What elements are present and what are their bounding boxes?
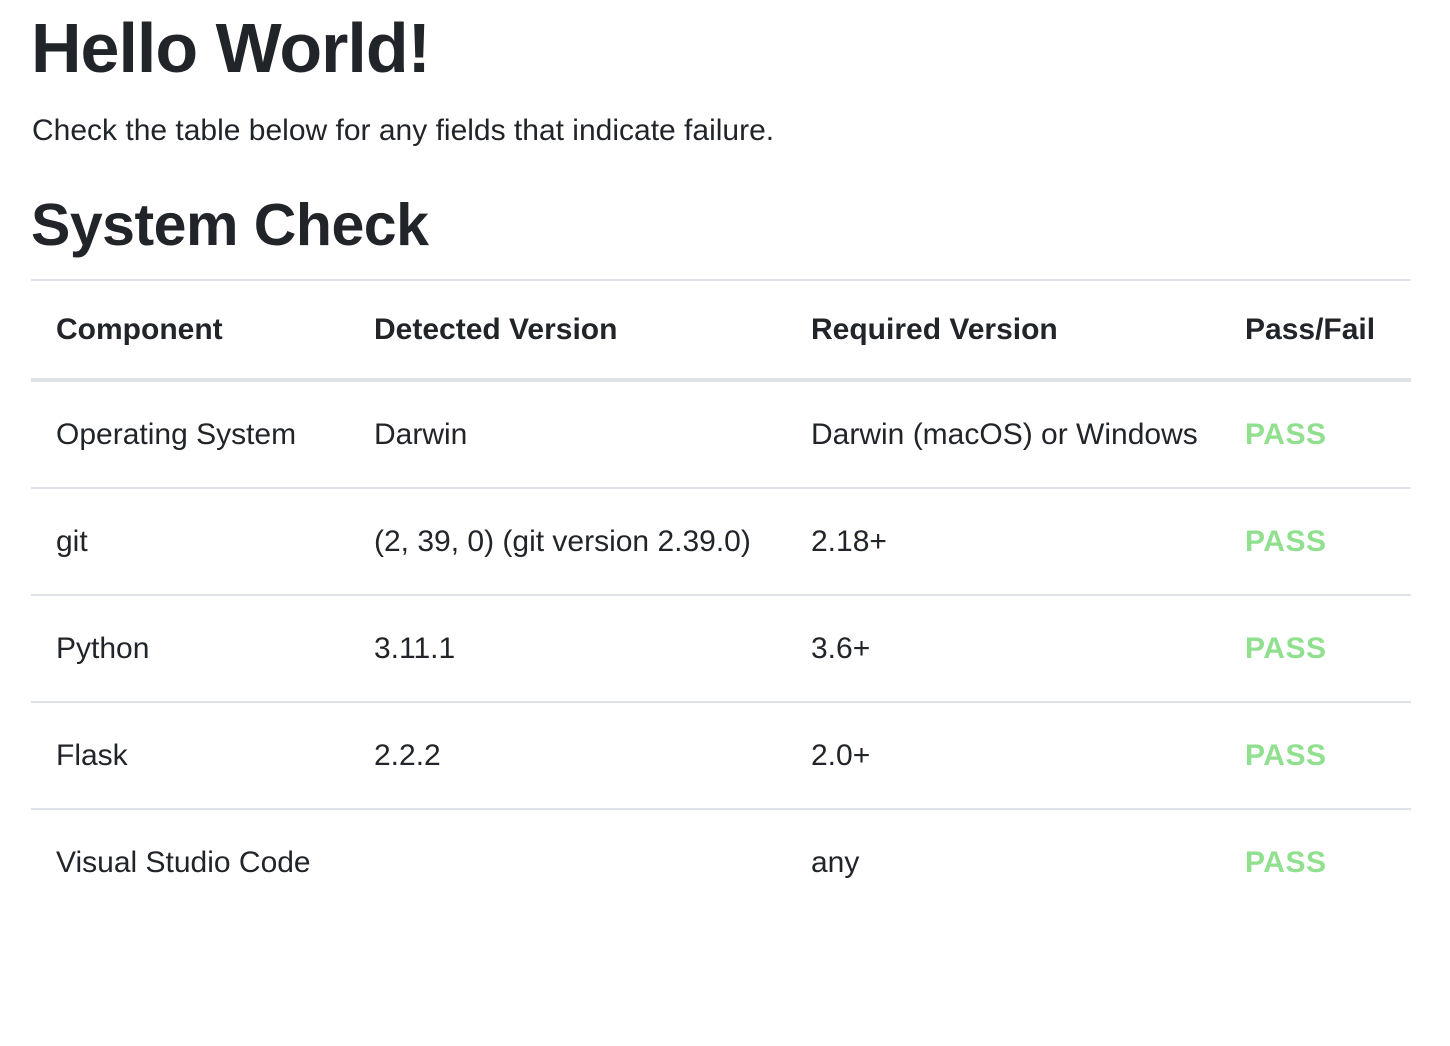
cell-required-version: 2.0+ [786, 702, 1220, 810]
cell-component: Visual Studio Code [56, 846, 311, 879]
cell-status: PASS [1220, 702, 1411, 810]
column-header-detected-version: Detected Version [349, 279, 786, 382]
system-check-table: Component Detected Version Required Vers… [31, 279, 1411, 915]
column-header-pass-fail: Pass/Fail [1220, 279, 1411, 382]
table-row: Flask 2.2.2 2.0+ PASS [31, 702, 1411, 810]
cell-detected-version: Darwin [349, 380, 786, 489]
cell-status: PASS [1220, 595, 1411, 703]
table-row: Visual Studio Code any PASS [31, 809, 1411, 915]
cell-component: git [31, 488, 349, 596]
cell-required-version: 2.18+ [786, 488, 1220, 596]
table-row: git (2, 39, 0) (git version 2.39.0) 2.18… [31, 488, 1411, 596]
cell-required-version: 3.6+ [786, 595, 1220, 703]
cell-required-version: Darwin (macOS) or Windows [786, 380, 1220, 489]
table-row: Operating System Darwin Darwin (macOS) o… [31, 380, 1411, 489]
intro-text: Check the table below for any fields tha… [32, 114, 775, 147]
cell-component: Python [31, 595, 349, 703]
section-title: System Check [31, 192, 429, 258]
cell-status: PASS [1245, 846, 1327, 879]
column-header-required-version: Required Version [786, 279, 1220, 382]
cell-required-version: any [811, 846, 860, 879]
cell-component: Operating System [31, 380, 349, 489]
cell-component: Flask [31, 702, 349, 810]
cell-status: PASS [1220, 380, 1411, 489]
table-row: Python 3.11.1 3.6+ PASS [31, 595, 1411, 703]
page-title: Hello World! [31, 9, 431, 87]
cell-status: PASS [1220, 488, 1411, 596]
cell-detected-version [349, 809, 786, 915]
cell-detected-version: (2, 39, 0) (git version 2.39.0) [349, 488, 786, 596]
table-header-row: Component Detected Version Required Vers… [31, 279, 1411, 382]
cell-detected-version: 3.11.1 [349, 595, 786, 703]
column-header-component: Component [31, 279, 349, 382]
cell-detected-version: 2.2.2 [349, 702, 786, 810]
